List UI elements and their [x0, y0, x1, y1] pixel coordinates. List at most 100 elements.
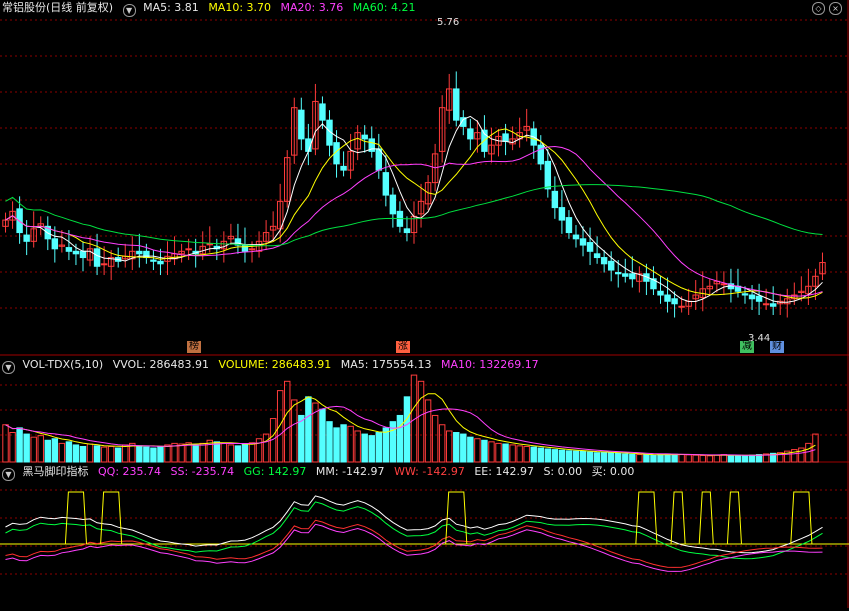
volume-bar: [93, 445, 101, 463]
marker-bang[interactable]: 榜: [187, 341, 201, 353]
ma10-label: MA10: 3.70: [208, 1, 272, 14]
volume-bar: [65, 441, 73, 463]
ma60-label: MA60: 4.21: [352, 1, 416, 14]
marker-cai[interactable]: 财: [770, 341, 784, 353]
volume-bar: [143, 446, 150, 463]
volume-bar: [615, 452, 622, 463]
candle: [748, 294, 756, 300]
volume-bar: [375, 432, 383, 463]
volume-bar: [178, 443, 185, 463]
candle: [502, 133, 509, 142]
volume-bar: [713, 454, 721, 463]
volume-bar: [136, 445, 143, 463]
volume-bar: [220, 442, 228, 463]
volume-bar: [551, 449, 559, 463]
volume-bar: [361, 433, 368, 463]
candle: [657, 290, 664, 296]
candle: [389, 194, 397, 215]
vvol-label: VVOL: 286483.91: [112, 358, 210, 371]
buy-label: 买: 0.00: [591, 465, 635, 478]
chevron-down-icon[interactable]: ▼: [122, 4, 136, 17]
volume-bar: [23, 433, 30, 463]
stock-title[interactable]: 常铝股份(日线 前复权): [2, 1, 113, 14]
volume-bar: [248, 442, 256, 463]
candle: [361, 134, 368, 140]
stock-chart-window[interactable]: [0, 0, 849, 608]
candle: [65, 247, 73, 252]
candle: [544, 160, 552, 190]
indicator-title[interactable]: 黑马脚印指标: [23, 465, 89, 478]
volume-bar: [467, 436, 474, 463]
candle: [248, 248, 256, 251]
gg-label: GG: 142.97: [243, 465, 307, 478]
volume-bar: [727, 454, 735, 463]
volume-bar: [9, 432, 16, 463]
volume-bar: [812, 433, 819, 463]
volume-bar: [37, 435, 44, 463]
close-icon[interactable]: ×: [829, 2, 842, 15]
volume-bar: [523, 445, 530, 463]
volume-bar: [565, 450, 573, 463]
chart-canvas[interactable]: [0, 0, 849, 608]
volume-bar: [396, 414, 404, 463]
chevron-down-icon[interactable]: ▼: [2, 468, 15, 481]
volume-bar: [30, 436, 37, 463]
volume-bar: [368, 435, 375, 463]
candle: [741, 293, 749, 296]
candle: [762, 303, 770, 306]
volume-bar: [326, 421, 333, 463]
s-label: S: 0.00: [543, 465, 583, 478]
volume-bar: [262, 433, 270, 463]
volume-bar: [424, 399, 432, 463]
candle: [537, 144, 544, 165]
candle: [622, 273, 629, 277]
volume-bar: [192, 444, 199, 463]
candle: [607, 260, 615, 271]
candle: [671, 298, 678, 305]
qq-label: QQ: 235.74: [98, 465, 162, 478]
vol-title[interactable]: VOL-TDX(5,10): [23, 358, 104, 371]
volume-bar: [305, 396, 312, 463]
candle: [579, 238, 587, 246]
candle: [551, 190, 559, 209]
candle: [375, 148, 383, 171]
volume-bar: [509, 444, 516, 463]
volume-bar: [354, 430, 361, 463]
marker-jian[interactable]: 减: [740, 341, 754, 353]
volume-bar: [86, 443, 94, 463]
volume-bar: [284, 380, 291, 463]
volume-bar: [333, 427, 340, 463]
candle: [206, 243, 213, 246]
volume-bar: [431, 414, 439, 463]
volume-bar: [706, 455, 714, 463]
candle: [143, 250, 150, 259]
volume-bar: [122, 444, 129, 463]
candle: [23, 234, 30, 242]
volume-bar: [51, 438, 59, 463]
volume-bar: [495, 442, 502, 463]
marker-zhang[interactable]: 涨: [396, 341, 410, 353]
volume-bar: [572, 450, 580, 463]
volume-bar: [234, 445, 242, 463]
diamond-icon[interactable]: ◇: [812, 2, 825, 15]
volume-bar: [650, 454, 657, 463]
volume-bar: [58, 442, 66, 463]
candle: [586, 242, 594, 252]
chevron-down-icon[interactable]: ▼: [2, 361, 15, 374]
volume-bar: [340, 424, 347, 463]
candle: [100, 263, 108, 266]
volume-bar: [530, 446, 537, 463]
volume-bar: [586, 451, 594, 463]
candle: [593, 253, 601, 259]
volume-bar: [72, 444, 80, 463]
volume-bar: [150, 447, 157, 463]
volume-bar: [699, 454, 706, 463]
volume-bar: [474, 438, 481, 463]
candle: [382, 172, 390, 196]
volume-bar: [417, 380, 425, 463]
indicator-pulse: [670, 491, 686, 545]
volume-bar: [622, 453, 629, 463]
volume-bar: [516, 445, 523, 463]
candle: [403, 228, 411, 234]
ss-label: SS: -235.74: [170, 465, 235, 478]
